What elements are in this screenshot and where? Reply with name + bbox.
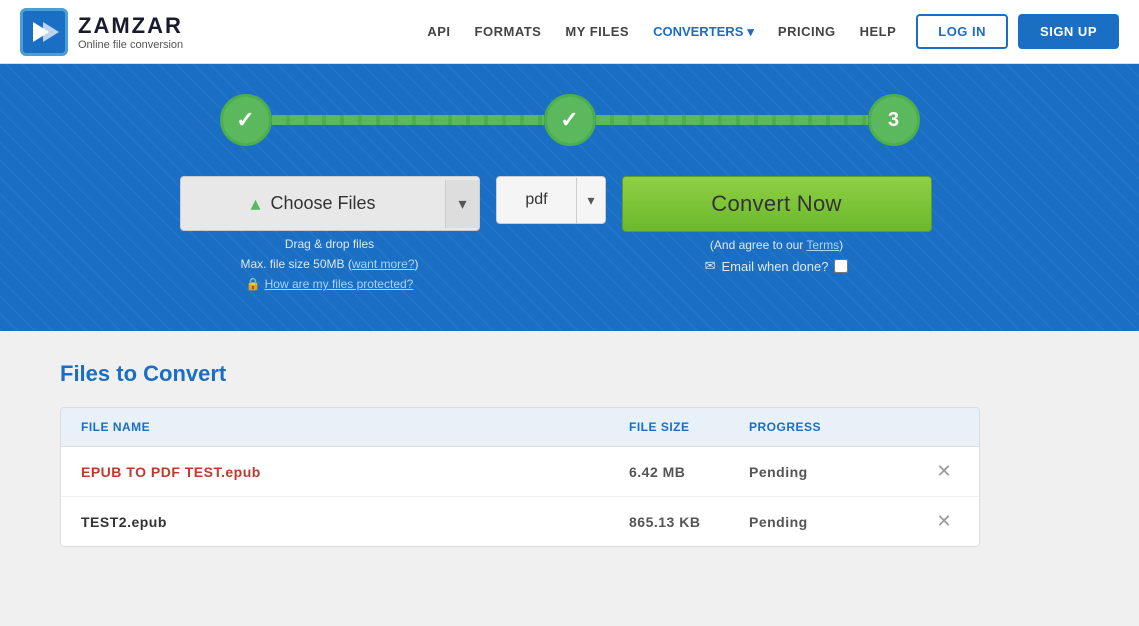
- row-remove-1[interactable]: ✕: [929, 461, 959, 482]
- files-section: Files to Convert FILE NAME FILE SIZE PRO…: [0, 331, 1139, 577]
- converter-controls: ▴ Choose Files ▾ Drag & drop files Max. …: [180, 176, 960, 291]
- row-filesize-1: 6.42 MB: [629, 464, 749, 480]
- choose-files-label: Choose Files: [270, 193, 375, 214]
- logo-text: ZAMZAR Online file conversion: [78, 13, 183, 51]
- nav-converters[interactable]: CONVERTERS ▾: [653, 24, 754, 40]
- nav-pricing[interactable]: PRICING: [778, 24, 836, 39]
- step-2-symbol: ✓: [560, 107, 578, 133]
- logo-icon[interactable]: [20, 8, 68, 56]
- choose-files-button[interactable]: ▴ Choose Files ▾: [180, 176, 480, 231]
- files-title: Files to Convert: [60, 361, 1079, 387]
- files-title-prefix: Files to: [60, 361, 143, 386]
- file-protection-link[interactable]: How are my files protected?: [265, 277, 414, 291]
- brand-tagline: Online file conversion: [78, 39, 183, 51]
- chevron-down-icon: ▾: [747, 24, 754, 40]
- email-label: Email when done?: [721, 259, 828, 274]
- nav-formats[interactable]: FORMATS: [475, 24, 542, 39]
- step-1-circle: ✓: [220, 94, 272, 146]
- email-checkbox[interactable]: [834, 259, 848, 273]
- row-filename-2: TEST2.epub: [81, 514, 629, 530]
- upload-icon: ▴: [250, 191, 260, 216]
- hero-section: ✓ ✓ 3 ▴ Choose Files ▾ Drag & drop files…: [0, 64, 1139, 331]
- row-progress-1: Pending: [749, 464, 929, 480]
- col-header-action: [929, 420, 959, 434]
- choose-files-dropdown-arrow[interactable]: ▾: [445, 180, 478, 228]
- col-header-progress: PROGRESS: [749, 420, 929, 434]
- navbar: ZAMZAR Online file conversion API FORMAT…: [0, 0, 1139, 64]
- table-row: EPUB TO PDF TEST.epub 6.42 MB Pending ✕: [61, 447, 979, 497]
- format-selector[interactable]: pdf ▾: [496, 176, 606, 224]
- table-row: TEST2.epub 865.13 KB Pending ✕: [61, 497, 979, 546]
- col-header-filename: FILE NAME: [81, 420, 629, 434]
- nav-api[interactable]: API: [427, 24, 450, 39]
- brand-name: ZAMZAR: [78, 13, 183, 39]
- row-remove-2[interactable]: ✕: [929, 511, 959, 532]
- files-title-highlight: Convert: [143, 361, 226, 386]
- nav-links: API FORMATS MY FILES CONVERTERS ▾ PRICIN…: [427, 24, 896, 40]
- steps-container: ✓ ✓ 3: [220, 94, 920, 146]
- step-3-symbol: 3: [888, 109, 899, 132]
- format-dropdown-arrow[interactable]: ▾: [576, 178, 604, 223]
- signup-button[interactable]: SIGN UP: [1018, 14, 1119, 49]
- step-1-symbol: ✓: [236, 107, 254, 133]
- nav-help[interactable]: HELP: [860, 24, 897, 39]
- max-size-text: Max. file size 50MB (want more?): [240, 257, 418, 271]
- row-progress-2: Pending: [749, 514, 929, 530]
- lock-icon: 🔒: [246, 277, 261, 291]
- want-more-link[interactable]: want more?: [352, 257, 415, 271]
- files-table: FILE NAME FILE SIZE PROGRESS EPUB TO PDF…: [60, 407, 980, 547]
- convert-now-button[interactable]: Convert Now: [622, 176, 932, 232]
- step-line-1: [272, 115, 544, 125]
- login-button[interactable]: LOG IN: [916, 14, 1008, 49]
- convert-btn-wrapper: Convert Now (And agree to our Terms) ✉ E…: [622, 176, 932, 274]
- logo-area: ZAMZAR Online file conversion: [20, 8, 183, 56]
- nav-my-files[interactable]: MY FILES: [565, 24, 629, 39]
- terms-link[interactable]: Terms: [806, 238, 839, 252]
- step-3-circle: 3: [868, 94, 920, 146]
- nav-actions: LOG IN SIGN UP: [916, 14, 1119, 49]
- format-value: pdf: [497, 177, 577, 223]
- row-filesize-2: 865.13 KB: [629, 514, 749, 530]
- step-2-circle: ✓: [544, 94, 596, 146]
- step-line-2: [596, 115, 868, 125]
- row-filename-1: EPUB TO PDF TEST.epub: [81, 464, 629, 480]
- terms-hint: (And agree to our Terms): [710, 238, 843, 252]
- email-icon: ✉: [705, 258, 716, 274]
- file-protection-row: 🔒 How are my files protected?: [246, 277, 414, 291]
- drag-drop-text: Drag & drop files: [285, 237, 374, 251]
- email-row: ✉ Email when done?: [705, 258, 849, 274]
- table-header: FILE NAME FILE SIZE PROGRESS: [61, 408, 979, 447]
- choose-files-wrapper: ▴ Choose Files ▾ Drag & drop files Max. …: [180, 176, 480, 291]
- choose-files-main: ▴ Choose Files: [181, 177, 446, 230]
- col-header-filesize: FILE SIZE: [629, 420, 749, 434]
